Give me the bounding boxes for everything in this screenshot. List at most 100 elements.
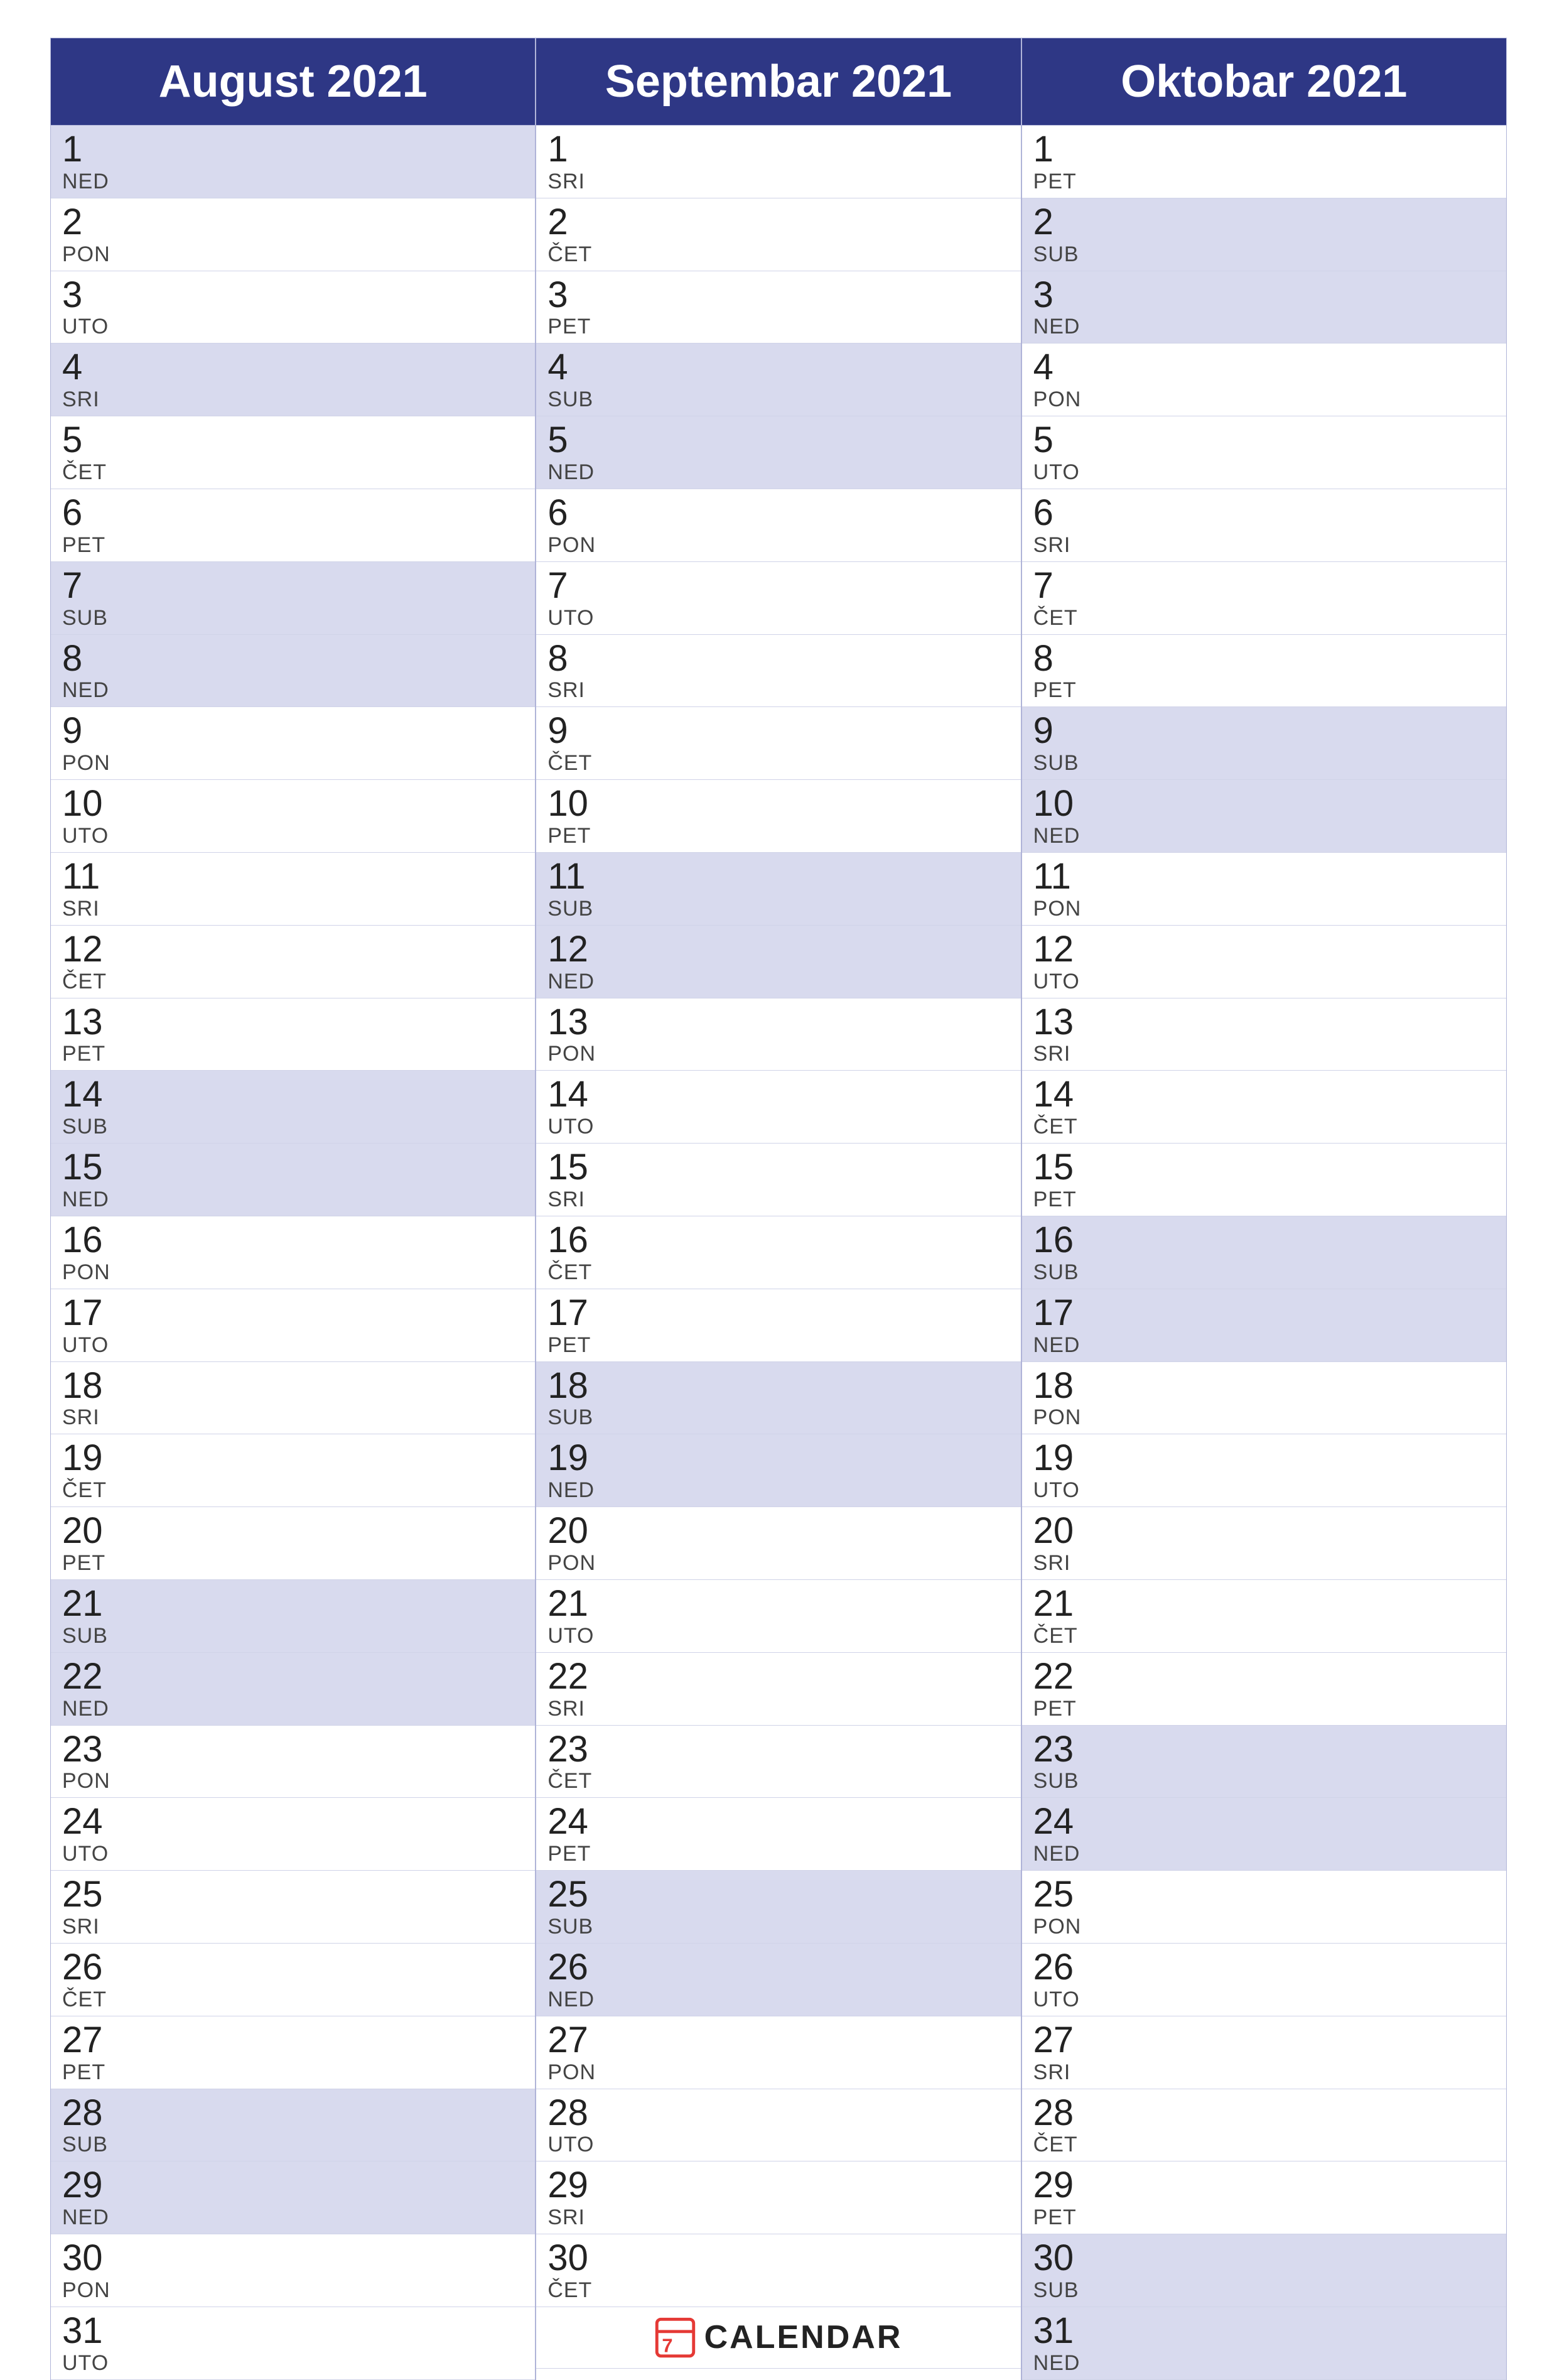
day-cell: 26ČET	[51, 1944, 535, 2016]
day-number: 23	[62, 1729, 524, 1770]
day-name: PET	[547, 315, 1009, 339]
day-name: NED	[547, 1988, 1009, 2012]
day-name: PET	[547, 1842, 1009, 1866]
day-number: 17	[1033, 1293, 1495, 1333]
day-cell: 21SUB	[51, 1580, 535, 1653]
day-name: SUB	[62, 2133, 524, 2157]
day-cell: 3UTO	[51, 271, 535, 344]
day-number: 28	[547, 2093, 1009, 2133]
day-name: SUB	[547, 387, 1009, 412]
day-name: UTO	[1033, 970, 1495, 994]
day-name: UTO	[1033, 1988, 1495, 2012]
day-number: 27	[547, 2020, 1009, 2060]
day-cell: 30PON	[51, 2234, 535, 2307]
day-name: PON	[62, 1769, 524, 1793]
day-number: 18	[547, 1366, 1009, 1406]
day-name: ČET	[547, 1260, 1009, 1285]
day-number: 8	[62, 639, 524, 679]
day-number: 21	[62, 1584, 524, 1624]
day-number: 1	[62, 129, 524, 170]
day-cell: 15SRI	[536, 1144, 1020, 1216]
day-cell: 19NED	[536, 1434, 1020, 1507]
day-name: SUB	[547, 1915, 1009, 1939]
day-name: SUB	[62, 606, 524, 630]
day-cell: 2SUB	[1022, 198, 1506, 271]
day-cell: 22NED	[51, 1653, 535, 1726]
day-number: 26	[547, 1947, 1009, 1988]
day-number: 13	[62, 1002, 524, 1042]
day-cell: 18SRI	[51, 1362, 535, 1435]
day-name: NED	[547, 1478, 1009, 1503]
day-cell: 16PON	[51, 1216, 535, 1289]
day-name: ČET	[62, 970, 524, 994]
day-number: 12	[62, 929, 524, 970]
day-number: 22	[62, 1657, 524, 1697]
day-number: 2	[547, 202, 1009, 242]
day-number: 14	[62, 1074, 524, 1115]
day-cell: 10UTO	[51, 780, 535, 853]
month-column: 1NED2PON3UTO4SRI5ČET6PET7SUB8NED9PON10UT…	[50, 126, 536, 2380]
day-name: NED	[547, 460, 1009, 485]
day-number: 28	[62, 2093, 524, 2133]
day-number: 31	[62, 2311, 524, 2351]
day-cell: 26NED	[536, 1944, 1020, 2016]
day-number: 12	[547, 929, 1009, 970]
day-number: 4	[547, 347, 1009, 387]
day-cell: 14ČET	[1022, 1071, 1506, 1144]
day-number: 26	[1033, 1947, 1495, 1988]
day-cell: 7UTO	[536, 562, 1020, 635]
day-number: 14	[547, 1074, 1009, 1115]
day-number: 23	[1033, 1729, 1495, 1770]
day-cell: 18PON	[1022, 1362, 1506, 1435]
day-cell: 8PET	[1022, 635, 1506, 708]
day-name: SRI	[547, 1697, 1009, 1721]
day-number: 29	[62, 2165, 524, 2205]
day-name: PON	[1033, 387, 1495, 412]
day-number: 3	[547, 275, 1009, 315]
day-cell: 24PET	[536, 1798, 1020, 1871]
day-number: 9	[1033, 711, 1495, 751]
day-name: PET	[1033, 678, 1495, 703]
day-number: 16	[1033, 1220, 1495, 1260]
day-name: PET	[1033, 1697, 1495, 1721]
day-name: SUB	[1033, 242, 1495, 267]
day-cell: 28SUB	[51, 2089, 535, 2162]
day-cell: 29SRI	[536, 2161, 1020, 2234]
day-name: PET	[1033, 2205, 1495, 2230]
day-number: 1	[547, 129, 1009, 170]
day-name: PET	[62, 533, 524, 558]
day-number: 4	[1033, 347, 1495, 387]
day-name: PON	[62, 751, 524, 776]
day-cell: 15PET	[1022, 1144, 1506, 1216]
day-name: PON	[1033, 897, 1495, 921]
day-number: 21	[547, 1584, 1009, 1624]
day-number: 15	[547, 1147, 1009, 1187]
day-name: SUB	[1033, 2278, 1495, 2303]
day-name: PET	[547, 824, 1009, 848]
day-name: ČET	[547, 1769, 1009, 1793]
day-number: 25	[547, 1874, 1009, 1915]
day-cell: 1SRI	[536, 126, 1020, 198]
day-name: PON	[62, 242, 524, 267]
day-number: 13	[547, 1002, 1009, 1042]
day-name: NED	[1033, 315, 1495, 339]
day-name: ČET	[1033, 1624, 1495, 1648]
day-name: UTO	[547, 606, 1009, 630]
day-name: PET	[547, 1333, 1009, 1358]
day-cell: 16SUB	[1022, 1216, 1506, 1289]
day-number: 17	[62, 1293, 524, 1333]
day-number: 11	[62, 857, 524, 897]
day-cell: 12NED	[536, 926, 1020, 998]
day-cell: 16ČET	[536, 1216, 1020, 1289]
day-name: ČET	[1033, 1115, 1495, 1139]
day-cell: 14UTO	[536, 1071, 1020, 1144]
day-number: 27	[62, 2020, 524, 2060]
day-number: 11	[547, 857, 1009, 897]
day-number: 15	[1033, 1147, 1495, 1187]
day-cell: 25SUB	[536, 1871, 1020, 1944]
day-name: PON	[547, 1042, 1009, 1066]
day-number: 10	[62, 784, 524, 824]
day-cell: 17NED	[1022, 1289, 1506, 1362]
day-cell: 25SRI	[51, 1871, 535, 1944]
day-number: 21	[1033, 1584, 1495, 1624]
